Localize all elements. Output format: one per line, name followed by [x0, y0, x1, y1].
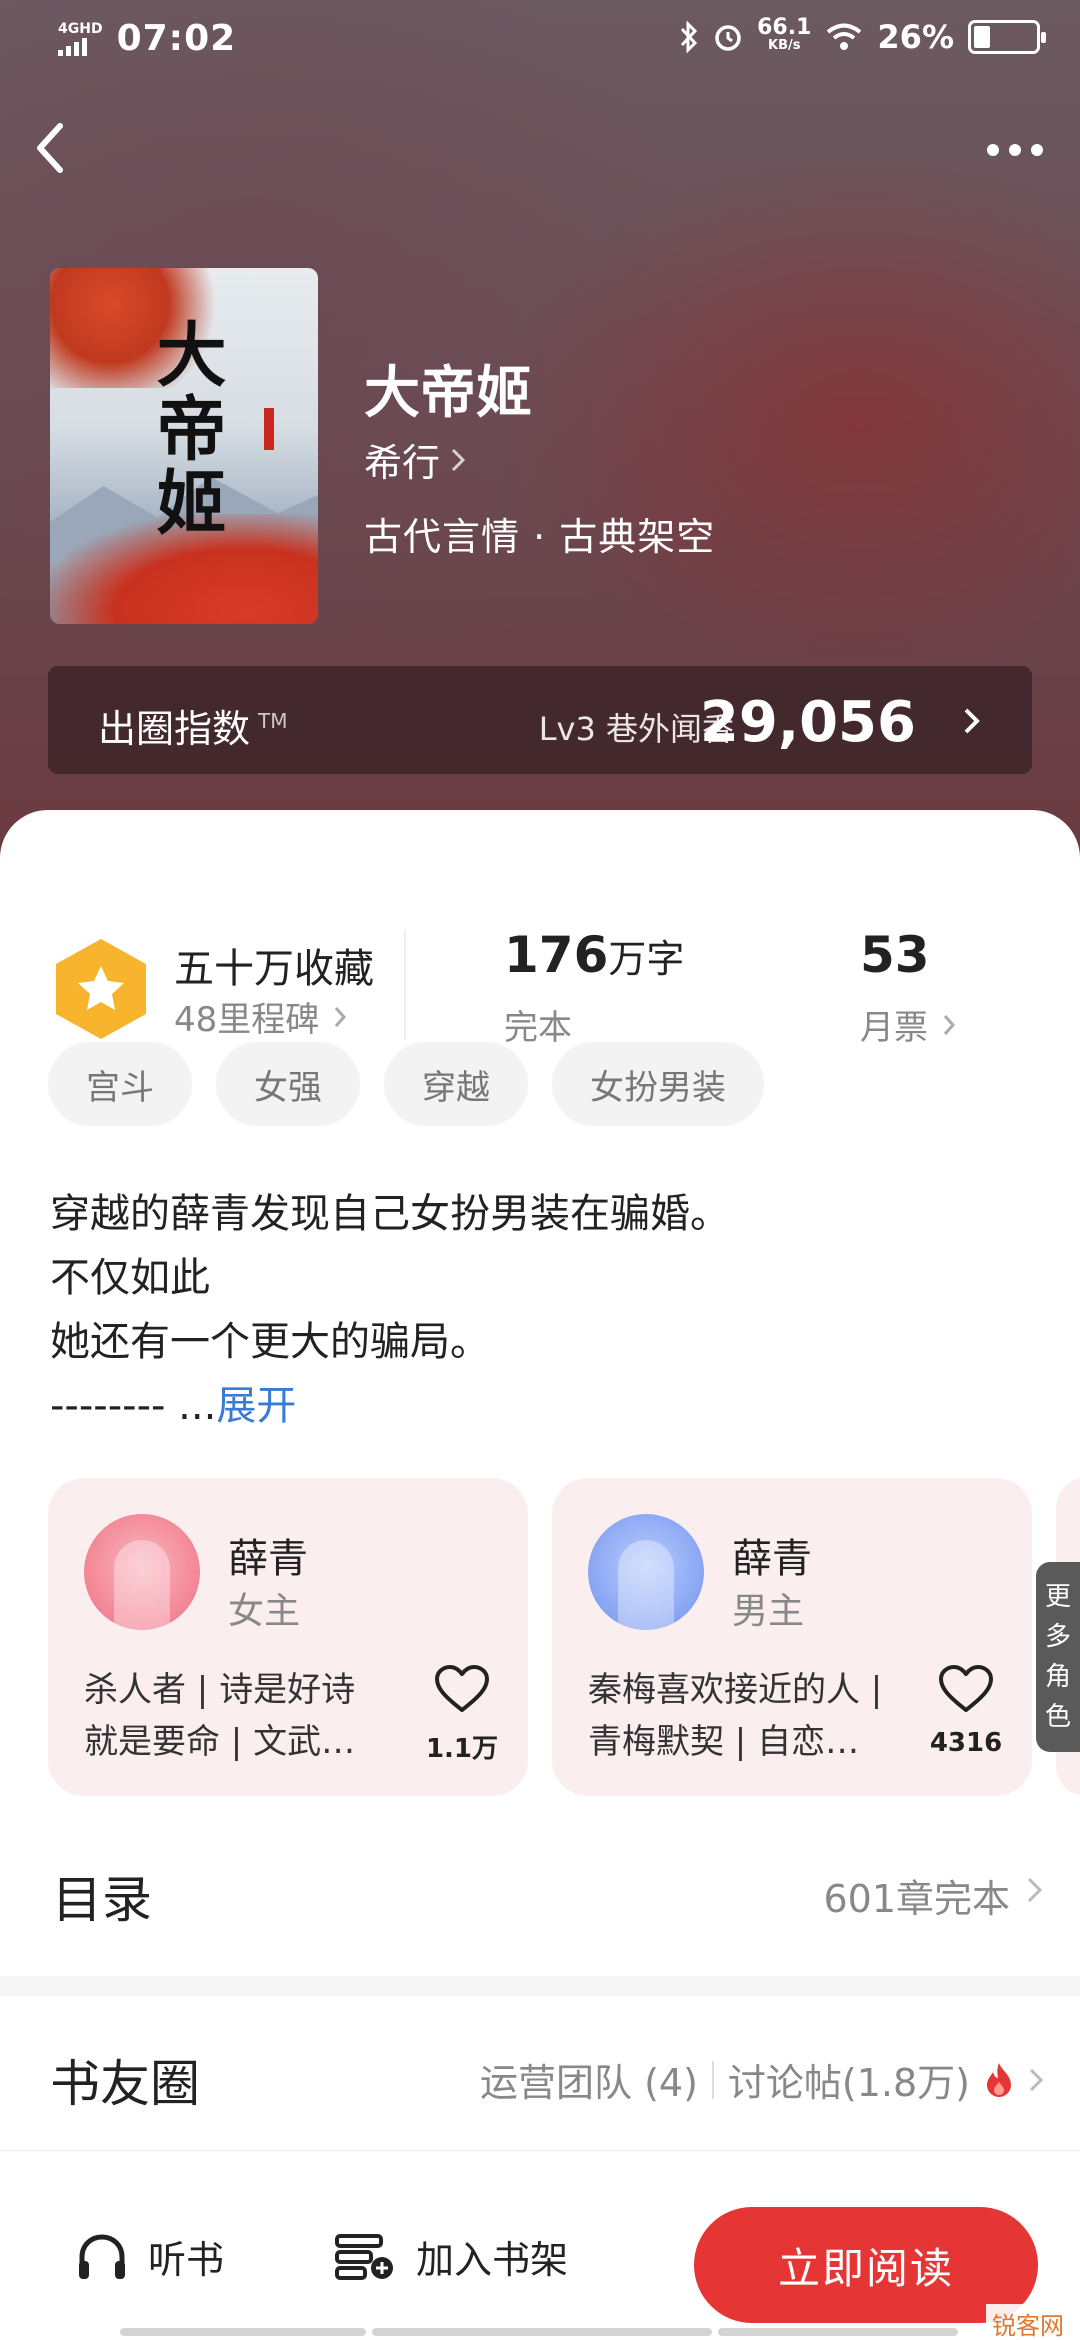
back-icon[interactable] — [30, 118, 74, 178]
tag-chip[interactable]: 宫斗 — [48, 1042, 192, 1126]
listen-button[interactable]: 听书 — [76, 2229, 224, 2284]
author-name: 希行 — [364, 441, 441, 485]
chevron-right-icon — [943, 1014, 956, 1035]
character-description: 秦梅喜欢接近的人 | 青梅默契 | 自恋… — [588, 1670, 883, 1762]
word-count: 176万字 — [504, 926, 685, 984]
add-to-shelf-button[interactable]: 加入书架 — [334, 2229, 568, 2284]
tag-list: 宫斗 女强 穿越 女扮男装 — [48, 1042, 764, 1126]
network-speed: 66.1 KB/s — [757, 15, 812, 54]
character-card[interactable]: 薛青 女主 杀人者 | 诗是好诗 就是要命 | 文武… 1.1万 — [48, 1478, 528, 1796]
book-detail-sheet: 五十万收藏 48里程碑 176万字 完本 53 月票 宫斗 女强 穿越 女扮男装… — [0, 810, 1080, 2340]
more-options-icon[interactable] — [980, 130, 1050, 170]
author-link[interactable]: 希行 — [364, 432, 466, 487]
character-description: 杀人者 | 诗是好诗 就是要命 | 文武… — [84, 1670, 356, 1762]
heart-icon[interactable] — [434, 1664, 490, 1714]
status-bar: 4GHD 07:02 66.1 KB/s 26% — [0, 0, 1080, 84]
fire-icon — [987, 2062, 1011, 2097]
milestone-link[interactable]: 48里程碑 — [174, 992, 347, 1041]
collection-milestone: 五十万收藏 — [174, 946, 374, 992]
avatar — [588, 1514, 704, 1630]
bottom-action-bar: 听书 加入书架 立即阅读 — [0, 2150, 1080, 2340]
operations-team-link[interactable]: 运营团队 (4) — [480, 2052, 698, 2107]
gesture-bar — [120, 2328, 366, 2336]
reader-circle-row[interactable]: 书友圈 运营团队 (4) 讨论帖(1.8万) — [0, 1996, 1080, 2146]
discussion-posts-link[interactable]: 讨论帖(1.8万) — [728, 2052, 970, 2107]
gesture-bar — [372, 2328, 712, 2336]
stats-row: 五十万收藏 48里程碑 176万字 完本 53 月票 — [0, 870, 1080, 1048]
gesture-bar — [718, 2328, 958, 2336]
character-card[interactable]: 薛青 男主 秦梅喜欢接近的人 | 青梅默契 | 自恋… 4316 — [552, 1478, 1032, 1796]
character-list: 薛青 女主 杀人者 | 诗是好诗 就是要命 | 文武… 1.1万 薛青 男主 秦… — [48, 1478, 1080, 1798]
table-of-contents-row[interactable]: 目录 601章完本 — [0, 1820, 1080, 1960]
chevron-right-icon — [1029, 2068, 1044, 2091]
book-title: 大帝姬 — [364, 361, 532, 426]
book-description: 穿越的薛青发现自己女扮男装在骗婚。 不仅如此 她还有一个更大的骗局。 -----… — [50, 1191, 730, 1429]
chapter-count: 601章完本 — [823, 1877, 1010, 1921]
add-shelf-icon — [335, 2233, 393, 2280]
monthly-tickets-link[interactable]: 月票 — [860, 1000, 956, 1049]
section-divider — [0, 1976, 1080, 1996]
monthly-tickets-count: 53 — [860, 926, 930, 984]
headphones-icon — [79, 2233, 125, 2279]
tag-chip[interactable]: 女强 — [216, 1042, 360, 1126]
status-time: 07:02 — [116, 18, 237, 59]
signal-icon: 4GHD — [58, 22, 103, 56]
like-count: 4316 — [929, 1728, 1003, 1758]
heat-score: 29,056 — [699, 690, 916, 755]
book-header: 4GHD 07:02 66.1 KB/s 26% 大帝姬 大帝姬 希行 古代言情… — [0, 0, 1080, 860]
battery-icon — [968, 20, 1046, 54]
chevron-right-icon — [964, 708, 980, 734]
bluetooth-icon — [681, 21, 698, 53]
book-genre: 古代言情 · 古典架空 — [364, 515, 716, 559]
alarm-icon — [715, 25, 741, 51]
wifi-icon — [827, 23, 862, 50]
tag-chip[interactable]: 女扮男装 — [552, 1042, 764, 1126]
chevron-right-icon — [451, 448, 466, 471]
heat-label: 出圈指数 — [98, 707, 251, 751]
battery-percent: 26% — [877, 18, 954, 56]
tag-chip[interactable]: 穿越 — [384, 1042, 528, 1126]
avatar — [84, 1514, 200, 1630]
star-badge-icon — [56, 939, 146, 1039]
chevron-right-icon — [335, 1006, 347, 1027]
heart-icon[interactable] — [938, 1664, 994, 1714]
more-characters-tab[interactable]: 更 多 角 色 — [1036, 1562, 1080, 1752]
reader-circle-title: 书友圈 — [50, 2055, 200, 2113]
popularity-index-bar[interactable]: 出圈指数 TM Lv3 巷外闻香 29,056 — [48, 666, 1032, 774]
like-count: 1.1万 — [425, 1734, 499, 1764]
chevron-right-icon — [1027, 1877, 1043, 1903]
watermark-logo: 锐客网 — [986, 2304, 1070, 2340]
cover-title: 大帝姬 — [145, 318, 228, 540]
expand-link[interactable]: 展开 — [216, 1383, 296, 1429]
toc-title: 目录 — [52, 1871, 152, 1929]
book-cover[interactable]: 大帝姬 — [50, 268, 318, 624]
